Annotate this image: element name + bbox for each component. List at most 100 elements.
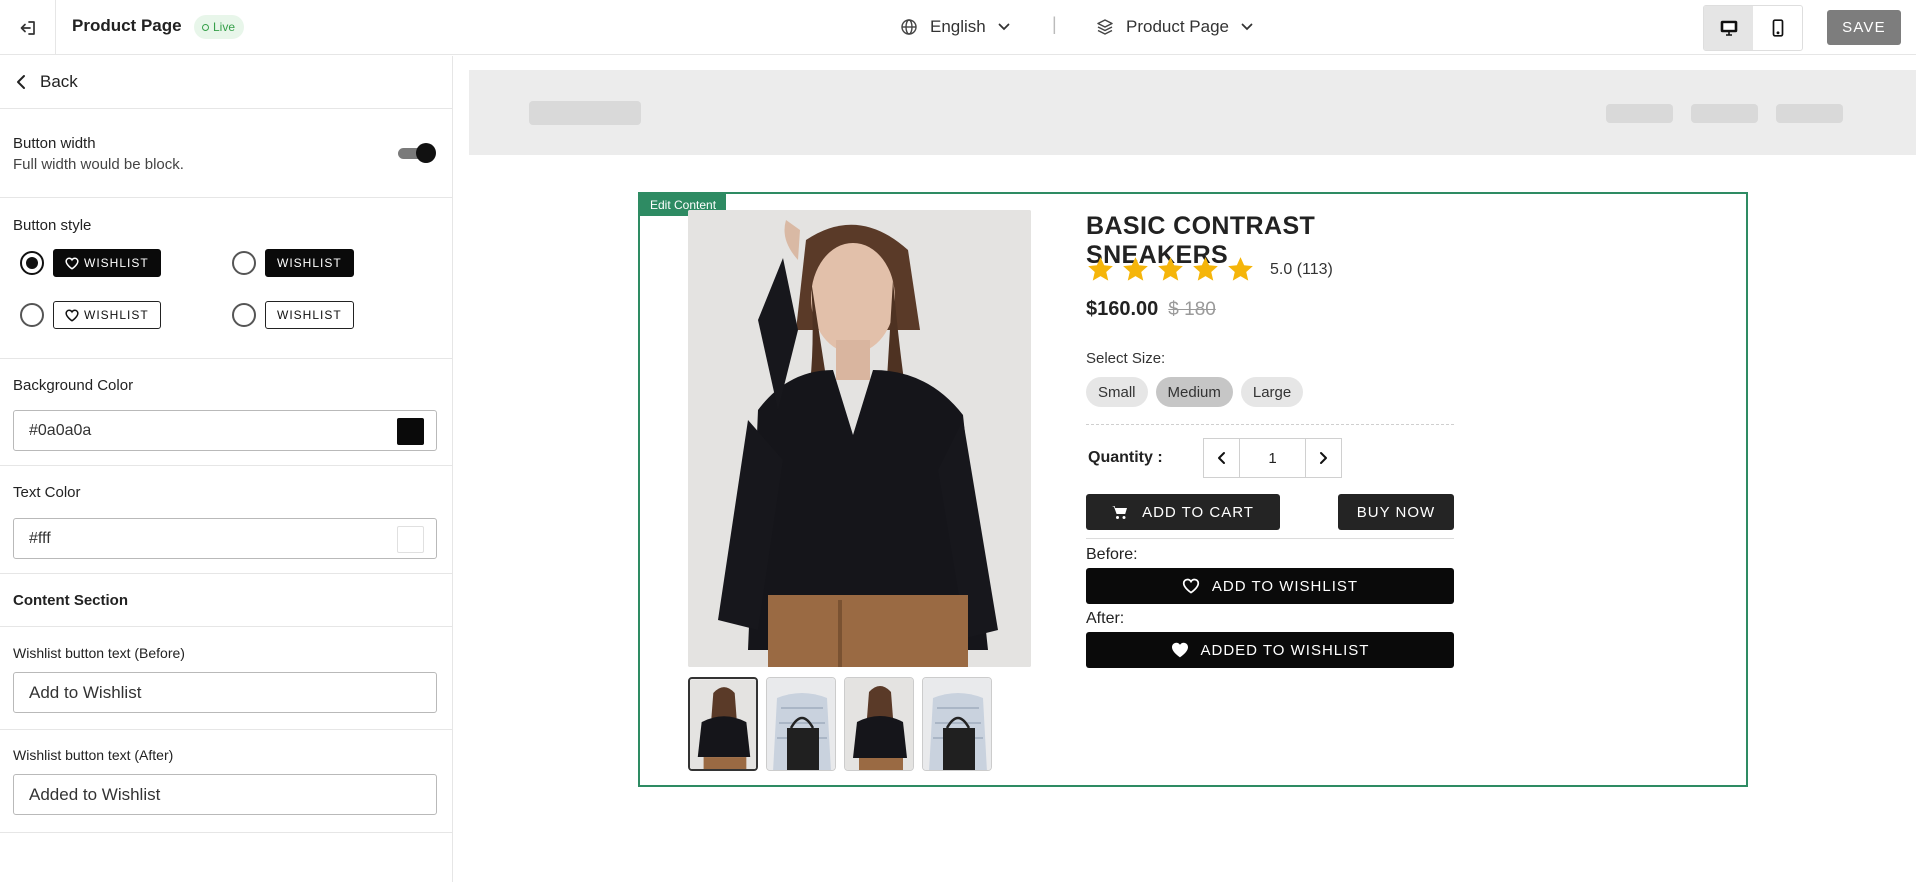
current-price: $160.00 (1086, 298, 1159, 320)
add-to-wishlist-button[interactable]: ADD TO WISHLIST (1086, 568, 1454, 604)
background-color-swatch[interactable] (397, 418, 424, 445)
layers-icon (1097, 19, 1113, 35)
added-to-wishlist-label: ADDED TO WISHLIST (1200, 641, 1370, 659)
chevron-right-icon (1320, 452, 1327, 464)
language-label: English (930, 17, 986, 36)
thumbnail-2[interactable] (766, 677, 836, 771)
placeholder-header (469, 70, 1916, 155)
added-to-wishlist-button[interactable]: ADDED TO WISHLIST (1086, 632, 1454, 668)
settings-panel: Back Button width Full width would be bl… (0, 56, 453, 882)
header-separator: | (1052, 14, 1057, 34)
placeholder-nav-item (1691, 104, 1758, 123)
chevron-left-icon (17, 75, 25, 89)
language-select[interactable]: English (900, 14, 1010, 40)
thumbnail-sweater-image (690, 679, 756, 769)
desktop-view-button[interactable] (1704, 6, 1753, 50)
star-icon (1228, 257, 1253, 281)
save-button[interactable]: SAVE (1827, 10, 1901, 45)
buy-now-button[interactable]: BUY NOW (1338, 494, 1454, 530)
chevron-down-icon (998, 23, 1010, 31)
style-preview-button: WISHLIST (53, 249, 161, 277)
product-section-frame[interactable]: Edit Content BASIC CONTRAST SNEAKERS 5.0… (638, 192, 1748, 787)
button-width-title: Button width (13, 135, 96, 152)
wishlist-after-section: Wishlist button text (After) Added to Wi… (0, 730, 452, 833)
size-option-large[interactable]: Large (1240, 377, 1304, 407)
page-title: Product Page (72, 16, 182, 35)
size-options: Small Medium Large (1086, 377, 1304, 407)
thumbnail-sweater-image (845, 678, 913, 770)
preview-canvas: Edit Content BASIC CONTRAST SNEAKERS 5.0… (469, 70, 1916, 882)
background-color-section: Background Color #0a0a0a (0, 359, 452, 466)
style-option-outline[interactable]: WISHLIST (232, 301, 354, 329)
text-color-input[interactable]: #fff (13, 518, 437, 559)
style-option-filled[interactable]: WISHLIST (232, 249, 354, 277)
back-button[interactable]: Back (0, 56, 452, 109)
wishlist-before-input[interactable]: Add to Wishlist (13, 672, 437, 713)
page-select[interactable]: Product Page (1096, 14, 1253, 40)
size-option-small[interactable]: Small (1086, 377, 1148, 407)
add-to-cart-label: ADD TO CART (1142, 503, 1254, 521)
style-option-filled-icon[interactable]: WISHLIST (20, 249, 161, 277)
placeholder-nav-item (1776, 104, 1843, 123)
device-toggle (1703, 5, 1803, 51)
divider (1086, 538, 1454, 539)
radio-button[interactable] (20, 251, 44, 275)
background-color-input[interactable]: #0a0a0a (13, 410, 437, 451)
quantity-stepper: 1 (1203, 438, 1342, 478)
text-color-section: Text Color #fff (0, 466, 452, 574)
mobile-icon (1772, 19, 1783, 37)
price-row: $160.00 $ 180 (1086, 298, 1216, 321)
star-icon (1193, 257, 1218, 281)
text-color-swatch[interactable] (397, 526, 424, 553)
radio-button[interactable] (20, 303, 44, 327)
wishlist-after-input[interactable]: Added to Wishlist (13, 774, 437, 815)
quantity-value[interactable]: 1 (1239, 439, 1306, 477)
heart-outline-icon (65, 308, 79, 322)
star-icon (1123, 257, 1148, 281)
mobile-view-button[interactable] (1753, 6, 1802, 50)
button-width-description: Full width would be block. (13, 156, 184, 173)
page-select-label: Product Page (1126, 17, 1230, 36)
style-preview-label: WISHLIST (84, 256, 149, 270)
button-width-toggle[interactable] (398, 143, 436, 163)
thumbnail-3[interactable] (844, 677, 914, 771)
style-option-outline-icon[interactable]: WISHLIST (20, 301, 161, 329)
rating-stars: 5.0 (113) (1086, 256, 1333, 283)
size-option-medium[interactable]: Medium (1155, 377, 1233, 407)
add-to-cart-button[interactable]: ADD TO CART (1086, 494, 1280, 530)
radio-button[interactable] (232, 303, 256, 327)
desktop-icon (1720, 20, 1737, 36)
radio-button[interactable] (232, 251, 256, 275)
exit-icon (20, 20, 35, 35)
content-section-title: Content Section (13, 591, 128, 609)
quantity-increase-button[interactable] (1306, 439, 1341, 477)
quantity-label: Quantity : (1088, 449, 1163, 466)
product-main-image (688, 210, 1031, 667)
background-color-title: Background Color (13, 377, 134, 394)
chevron-down-icon (1241, 23, 1253, 31)
heart-filled-icon (1171, 642, 1188, 658)
content-section-header: Content Section (0, 574, 452, 627)
thumbnail-shirt-bag-image (923, 678, 991, 770)
divider (1086, 424, 1454, 425)
style-preview-button: WISHLIST (265, 249, 354, 277)
thumbnail-shirt-bag-image (767, 678, 835, 770)
model-black-sweater-image (688, 210, 1031, 667)
thumbnail-1[interactable] (688, 677, 758, 771)
placeholder-logo (529, 101, 641, 125)
chevron-left-icon (1218, 452, 1225, 464)
wishlist-before-title: Wishlist button text (Before) (13, 645, 185, 661)
heart-outline-icon (1182, 578, 1200, 594)
quantity-decrease-button[interactable] (1204, 439, 1239, 477)
background-color-value: #0a0a0a (29, 421, 92, 439)
cart-icon (1112, 505, 1128, 519)
status-badge: Live (194, 15, 245, 39)
exit-button[interactable] (0, 0, 56, 55)
after-label: After: (1086, 610, 1125, 627)
thumbnail-4[interactable] (922, 677, 992, 771)
top-bar: Product Page Live English | Product Page (0, 0, 1916, 55)
before-label: Before: (1086, 546, 1138, 563)
wishlist-before-section: Wishlist button text (Before) Add to Wis… (0, 627, 452, 730)
button-style-title: Button style (13, 217, 92, 234)
style-preview-label: WISHLIST (277, 308, 342, 322)
